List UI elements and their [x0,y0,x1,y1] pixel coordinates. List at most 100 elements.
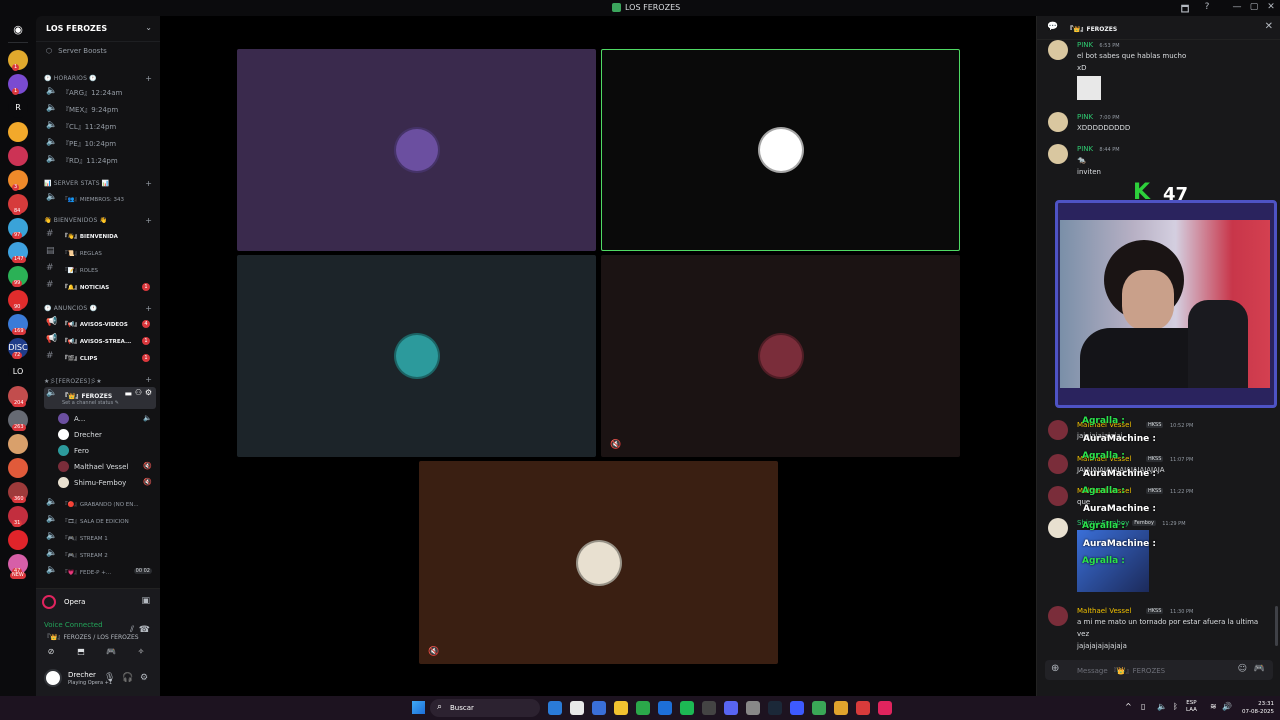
text-channel[interactable]: ▤ 『📜』REGLAS [44,245,156,260]
voice-channel[interactable]: 🔈 『🔴』GRABANDO (NO EN... [44,496,156,511]
server-icon[interactable] [8,458,28,478]
taskbar-app-icon[interactable] [680,701,694,715]
video-tile[interactable]: 🔇 [601,255,960,457]
taskbar-app-icon[interactable] [856,701,870,715]
close-icon[interactable]: ✕ [1265,21,1273,32]
video-tile[interactable]: 🔇 [419,461,778,664]
language-indicator[interactable]: ESP LAA [1186,700,1197,714]
headphones-icon[interactable]: 🎧 [122,673,133,683]
voice-user[interactable]: Drecher [58,428,156,442]
server-icon[interactable] [8,146,28,166]
channel-ferozes-voice[interactable]: 🔈 『👑』FEROZES Set a channel status ✎ ▬ ⚇ … [44,387,156,409]
video-tile[interactable] [601,49,960,251]
voice-channel[interactable]: 🔈 『💗』FEDE-P +... 00 02 [44,564,156,579]
avatar[interactable] [1048,112,1068,132]
add-channel-icon[interactable]: + [145,216,152,225]
text-channel[interactable]: # 『📝』ROLES [44,262,156,277]
server-icon[interactable] [8,434,28,454]
channel-status[interactable]: Set a channel status ✎ [62,400,119,406]
discord-home-icon[interactable]: ◉ [8,20,28,40]
gear-icon[interactable]: ⚙ [140,673,148,683]
text-channel[interactable]: # 『🔔』NOTICIAS 1 [44,279,156,294]
add-channel-icon[interactable]: + [145,74,152,83]
announcement-channel[interactable]: 📢 『📢』AVISOS-VIDEOS 4 [44,316,156,331]
signal-icon[interactable]: ⫽ [130,625,134,635]
gamepad-icon[interactable]: 🎮 [1254,664,1265,674]
taskbar-app-icon[interactable] [658,701,672,715]
voice-channel[interactable]: 🔈 『MEX』9:24pm [44,102,156,117]
avatar[interactable] [1048,40,1068,60]
taskbar-app-icon[interactable] [724,701,738,715]
scrollbar[interactable] [1275,606,1278,646]
taskbar-app-icon[interactable] [702,701,716,715]
voice-connected-status[interactable]: Voice Connected [44,621,103,629]
volume-icon[interactable]: 🔈 [1157,702,1167,711]
message-author[interactable]: Malthael Vessel [1077,607,1131,615]
chevron-up-icon[interactable]: ^ [1125,702,1132,711]
message-author[interactable]: PINK [1077,113,1093,121]
server-icon[interactable] [8,122,28,142]
voice-user[interactable]: Fero [58,444,156,458]
chat-icon[interactable]: ▬ [124,389,132,398]
avatar[interactable] [1048,144,1068,164]
voice-channel[interactable]: 🔈 『🎮』STREAM 1 [44,530,156,545]
server-boosts-link[interactable]: ⬡ Server Boosts [46,47,107,55]
taskbar-app-icon[interactable] [592,701,606,715]
activity-button[interactable]: 🎮 [100,645,122,659]
taskbar-app-icon[interactable] [548,701,562,715]
message-author[interactable]: PINK [1077,41,1093,49]
taskbar-app-icon[interactable] [614,701,628,715]
voice-channel-path[interactable]: 『👑』FEROZES / LOS FEROZES [44,632,139,641]
add-channel-icon[interactable]: + [145,179,152,188]
guild-header[interactable]: LOS FEROZES ⌄ [36,16,160,42]
battery-icon[interactable]: ▯ [1141,702,1145,711]
maximize-button[interactable]: ▢ [1246,2,1262,12]
voice-channel[interactable]: 🔈 『🎞』SALA DE EDICION [44,513,156,528]
taskbar-search[interactable]: ⌕ Buscar [430,699,540,717]
video-tile[interactable] [237,255,596,457]
category-ferozes[interactable]: ★彡[FEROZES]彡★ [44,376,102,385]
announcement-channel[interactable]: # 『🎬』CLIPS 1 [44,350,156,365]
voice-channel[interactable]: 🔈 『PE』10:24pm [44,136,156,151]
windows-start-icon[interactable] [412,701,425,714]
taskbar-app-icon[interactable] [812,701,826,715]
chevron-down-icon[interactable]: ⌄ [145,23,152,32]
voice-channel[interactable]: 🔈 『ARG』12:24am [44,85,156,100]
gear-icon[interactable]: ⚙ [145,388,152,397]
add-channel-icon[interactable]: + [145,375,152,384]
camera-off-button[interactable]: ⊘ [40,645,62,659]
bluetooth-icon[interactable]: ᛒ [1173,702,1178,711]
avatar[interactable] [1048,486,1068,506]
category-anuncios[interactable]: 🕐 ANUNCIOS 🕐 [44,305,97,312]
announcement-channel[interactable]: 📢 『📢』AVISOS-STREA... 1 [44,333,156,348]
video-tile[interactable] [237,49,596,251]
microphone-icon[interactable]: 🎙 [104,673,115,683]
message-input[interactable]: ⊕ Message 『👑』FEROZES ☺ 🎮 [1045,660,1273,680]
voice-user[interactable]: Malthael Vessel 🔇 [58,460,156,474]
server-icon[interactable] [8,530,28,550]
text-channel[interactable]: # 『👋』BIENVENIDA [44,228,156,243]
message-author[interactable]: PINK [1077,145,1093,153]
voice-user[interactable]: Shimu-Femboy 🔇 [58,476,156,490]
disconnect-icon[interactable]: ☎ [139,625,150,635]
avatar[interactable] [1048,420,1068,440]
soundboard-button[interactable]: ✧ [130,645,152,659]
voice-channel[interactable]: 🔈 『RD』11:24pm [44,153,156,168]
avatar[interactable] [1048,606,1068,626]
help-icon[interactable]: ? [1199,2,1215,12]
avatar[interactable] [44,669,62,687]
taskbar-app-icon[interactable] [834,701,848,715]
add-user-icon[interactable]: ⚇ [135,388,142,397]
taskbar-app-icon[interactable] [746,701,760,715]
avatar[interactable] [1048,518,1068,538]
attachment-image[interactable] [1077,76,1101,100]
voice-channel[interactable]: 🔈 『🎮』STREAM 2 [44,547,156,562]
avatar[interactable] [1048,454,1068,474]
taskbar-app-icon[interactable] [636,701,650,715]
add-channel-icon[interactable]: + [145,304,152,313]
taskbar-app-icon[interactable] [768,701,782,715]
category-horarios[interactable]: 🕐 HORARIOS 🕐 [44,75,97,82]
emoji-icon[interactable]: ☺ [1238,664,1247,674]
clock[interactable]: 23:31 07-08-2025 [1238,700,1274,716]
voice-user[interactable]: A... 🔈 [58,412,156,426]
